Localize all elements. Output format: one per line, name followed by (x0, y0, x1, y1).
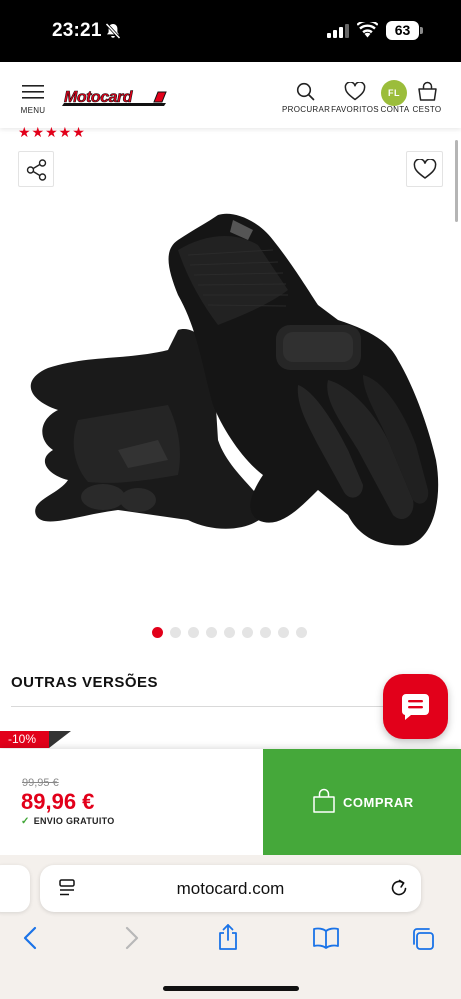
previous-tab-peek[interactable] (0, 865, 30, 912)
gallery-dot[interactable] (278, 627, 289, 638)
wifi-icon (356, 19, 379, 43)
motocard-logo[interactable]: Motocard (60, 89, 168, 109)
url-text: motocard.com (176, 879, 285, 898)
buy-button[interactable]: COMPRAR (263, 749, 461, 855)
chat-button[interactable] (383, 674, 448, 739)
current-price: 89,96 € (21, 789, 95, 814)
gallery-dot[interactable] (188, 627, 199, 638)
gallery-dot[interactable] (296, 627, 307, 638)
section-divider (11, 706, 441, 707)
logo-text: Motocard (64, 89, 133, 107)
old-price: 99,95 € (22, 777, 59, 789)
gallery-dot[interactable] (242, 627, 253, 638)
heart-icon (413, 158, 437, 185)
address-bar[interactable]: motocard.com (40, 865, 421, 912)
purchase-bar: 99,95 € 89,96 € ✓ ENVIO GRATUITO COMPRAR (0, 749, 461, 855)
share-icon[interactable] (216, 923, 240, 956)
shipping-info: ✓ ENVIO GRATUITO (21, 816, 115, 827)
menu-label: MENU (20, 106, 46, 115)
other-versions-title: OUTRAS VERSÕES (11, 674, 159, 691)
basket-icon (417, 81, 438, 107)
back-icon[interactable] (20, 925, 42, 956)
hamburger-icon (22, 84, 44, 105)
tabs-icon[interactable] (410, 926, 436, 957)
search-label: PROCURAR (282, 105, 331, 114)
cart-label: CESTO (412, 105, 442, 114)
gallery-dot[interactable] (152, 627, 163, 638)
gallery-dot[interactable] (170, 627, 181, 638)
gallery-dot[interactable] (260, 627, 271, 638)
gallery-dot[interactable] (224, 627, 235, 638)
account-label: CONTA (380, 105, 410, 114)
check-icon: ✓ (21, 816, 30, 827)
favorites-label: FAVORITOS (331, 105, 379, 114)
avatar[interactable]: FL (381, 80, 407, 106)
discount-badge: -10% (0, 731, 49, 748)
status-time: 23:21 (52, 20, 102, 41)
reload-icon[interactable] (388, 877, 410, 904)
battery-icon: 63 (386, 21, 419, 40)
gallery-dot[interactable] (206, 627, 217, 638)
status-bar: 23:21 63 (0, 0, 461, 62)
home-indicator (163, 986, 299, 991)
browser-toolbar: motocard.com (0, 855, 461, 999)
buy-label: COMPRAR (343, 795, 414, 810)
discount-badge-tail (49, 731, 71, 748)
page-scrollbar[interactable] (455, 140, 458, 222)
heart-icon (344, 81, 366, 106)
bookmarks-icon[interactable] (312, 926, 340, 955)
rating-stars: ★★★★★ (18, 124, 86, 140)
cellular-signal-icon (327, 24, 349, 43)
menu-button[interactable]: MENU (12, 80, 54, 120)
search-icon (296, 82, 315, 106)
gloves-product-image (18, 210, 443, 560)
search-button[interactable]: PROCURAR (282, 80, 331, 120)
bell-slash-icon (104, 22, 122, 45)
shopping-bag-icon (312, 788, 336, 819)
share-product-button[interactable] (18, 151, 54, 187)
favorites-button[interactable]: FAVORITOS (331, 80, 379, 120)
shipping-label: ENVIO GRATUITO (33, 816, 115, 826)
battery-tip (420, 27, 423, 34)
cart-button[interactable]: CESTO (411, 80, 443, 120)
share-icon (25, 158, 49, 187)
forward-icon[interactable] (120, 925, 142, 956)
favorite-product-button[interactable] (406, 151, 443, 187)
